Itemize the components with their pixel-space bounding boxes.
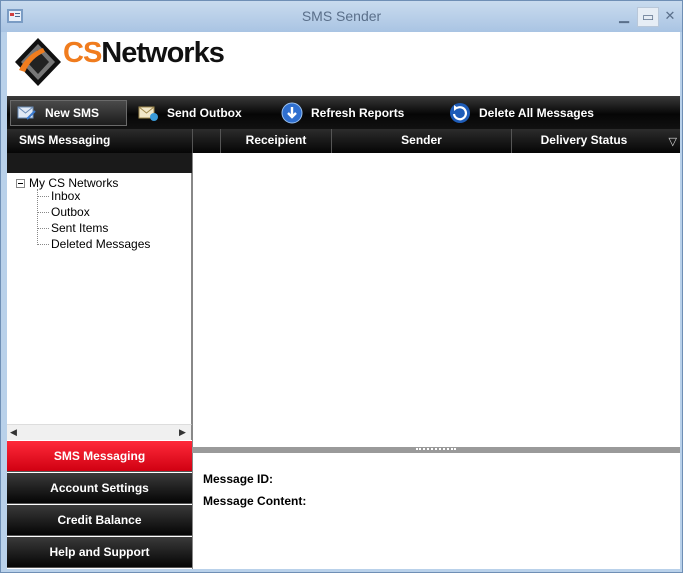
new-sms-button[interactable]: New SMS xyxy=(10,100,127,126)
logo-text-cs: CS xyxy=(63,37,102,69)
refresh-reports-button[interactable]: Refresh Reports xyxy=(275,100,415,126)
client-area: CSNetworks New SMS Send Outbox Refresh R… xyxy=(7,32,680,569)
close-button[interactable]: ✕ xyxy=(659,7,681,27)
send-outbox-label: Send Outbox xyxy=(167,106,242,120)
tree-item-label: Deleted Messages xyxy=(51,237,151,251)
logo-text-networks: Networks xyxy=(101,37,225,69)
logo-text: CSNetworks xyxy=(63,37,225,70)
message-details-panel: Message ID: Message Content: xyxy=(192,453,680,569)
row-header-column[interactable] xyxy=(192,129,220,153)
collapse-icon[interactable] xyxy=(16,178,25,188)
messages-grid-header: Receipient Sender Delivery Status ▽ xyxy=(192,129,680,153)
column-header-delivery-status[interactable]: Delivery Status xyxy=(511,129,656,153)
delete-all-messages-button[interactable]: Delete All Messages xyxy=(443,100,613,126)
minimize-button[interactable]: ▁ xyxy=(613,7,635,27)
tree-item-inbox[interactable]: Inbox xyxy=(37,189,80,203)
scroll-left-icon[interactable]: ◀ xyxy=(10,427,17,438)
nav-button-group: SMS Messaging Account Settings Credit Ba… xyxy=(7,441,192,569)
send-outbox-icon xyxy=(138,106,158,121)
logo-area: CSNetworks xyxy=(7,32,680,96)
folder-tree: My CS Networks Inbox Outbox Sent Items D… xyxy=(7,173,192,424)
maximize-button[interactable]: ▭ xyxy=(637,7,659,27)
nav-button-credit-balance[interactable]: Credit Balance xyxy=(7,505,192,536)
filter-dropdown-icon[interactable]: ▽ xyxy=(669,135,677,148)
column-header-sender[interactable]: Sender xyxy=(331,129,511,153)
tree-root[interactable]: My CS Networks xyxy=(16,176,118,190)
new-sms-label: New SMS xyxy=(45,106,100,120)
nav-button-help-and-support[interactable]: Help and Support xyxy=(7,537,192,568)
column-header-receipient[interactable]: Receipient xyxy=(220,129,331,153)
refresh-reports-label: Refresh Reports xyxy=(311,106,405,120)
toolbar: New SMS Send Outbox Refresh Reports Dele… xyxy=(7,96,680,129)
tree-item-outbox[interactable]: Outbox xyxy=(37,205,90,219)
tree-item-sent-items[interactable]: Sent Items xyxy=(37,221,108,235)
tree-item-deleted-messages[interactable]: Deleted Messages xyxy=(37,237,150,251)
title-bar[interactable]: SMS Sender ▁ ▭ ✕ xyxy=(1,1,682,32)
tree-root-label: My CS Networks xyxy=(29,176,119,190)
splitter-grip-icon[interactable] xyxy=(416,448,456,451)
send-outbox-button[interactable]: Send Outbox xyxy=(131,100,261,126)
nav-button-sms-messaging[interactable]: SMS Messaging xyxy=(7,441,192,472)
tree-item-label: Sent Items xyxy=(51,221,109,235)
delete-all-messages-label: Delete All Messages xyxy=(479,106,594,120)
scroll-right-icon[interactable]: ▶ xyxy=(179,427,186,438)
delete-refresh-icon xyxy=(450,103,470,123)
window-title: SMS Sender xyxy=(301,8,382,24)
download-arrow-icon xyxy=(281,102,303,124)
tree-item-label: Inbox xyxy=(51,189,81,203)
app-window: SMS Sender ▁ ▭ ✕ CSNetworks New SMS Send… xyxy=(0,0,683,573)
nav-panel-header: SMS Messaging xyxy=(7,129,192,153)
nav-panel-subheader xyxy=(7,153,192,173)
nav-button-account-settings[interactable]: Account Settings xyxy=(7,473,192,504)
messages-grid[interactable] xyxy=(192,153,680,447)
message-id-label: Message ID: xyxy=(203,472,274,486)
message-content-label: Message Content: xyxy=(203,494,307,508)
tree-item-label: Outbox xyxy=(51,205,90,219)
cs-networks-logo-icon xyxy=(15,38,61,86)
tree-horizontal-scrollbar[interactable]: ◀ ▶ xyxy=(7,424,192,440)
new-sms-icon xyxy=(17,106,36,120)
